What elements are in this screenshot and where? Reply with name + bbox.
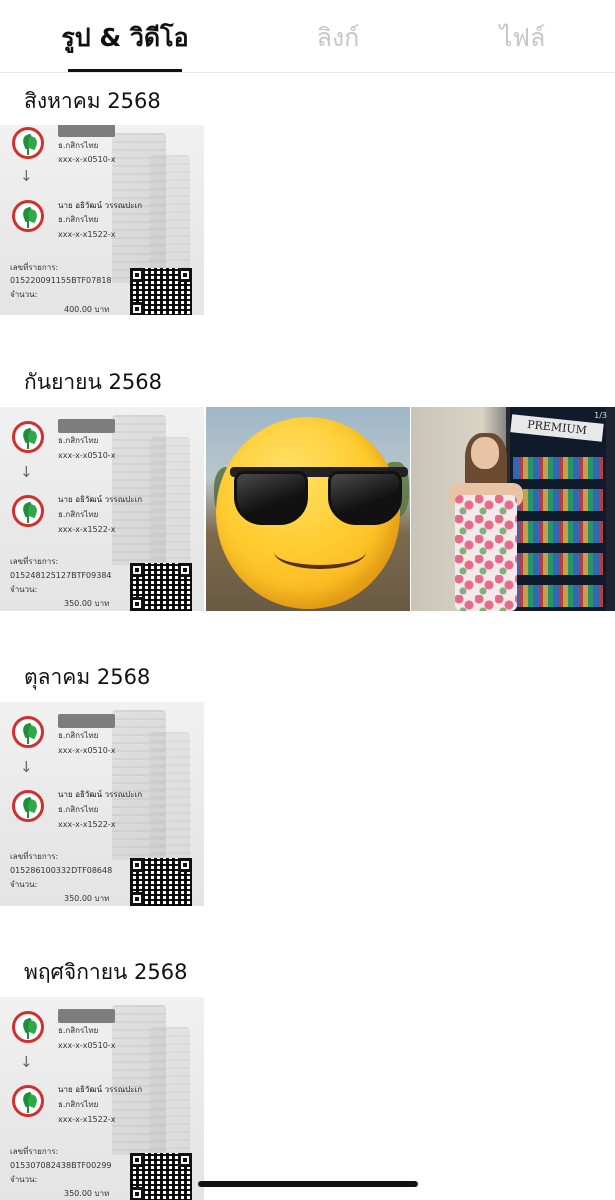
section-title-september: กันยายน 2568 <box>24 370 162 394</box>
qr-code-icon <box>130 563 192 611</box>
person-figure <box>449 433 523 611</box>
qr-code-icon <box>130 858 192 906</box>
media-thumbnail-receipt[interactable]: ธ.กสิกรไทย xxx-x-x0510-x ↓ นาย อธิวัฒน์ … <box>0 407 204 611</box>
receipt-building-watermark <box>150 1027 190 1157</box>
receipt-building-watermark <box>150 732 190 862</box>
receipt-ref-label: เลขที่รายการ: <box>10 263 59 272</box>
redacted-sender-name <box>58 125 115 137</box>
receipt-to-account: xxx-x-x1522-x <box>58 525 116 534</box>
receipt-to-name: นาย อธิวัฒน์ วรรณปะเก <box>58 201 143 210</box>
receipt-amount: 350.00 บาท <box>64 599 110 608</box>
media-tabs: รูป & วิดีโอ ลิงก์ ไฟล์ <box>0 0 615 73</box>
kbank-logo-icon <box>12 200 44 232</box>
media-thumbnail-emoji-photo[interactable] <box>206 407 410 611</box>
emoji-smile <box>274 535 366 569</box>
receipt-ref-label: เลขที่รายการ: <box>10 852 59 861</box>
receipt-from-account: xxx-x-x0510-x <box>58 746 116 755</box>
receipt-to-bank: ธ.กสิกรไทย <box>58 215 99 224</box>
kbank-logo-icon <box>12 421 44 453</box>
receipt-to-account: xxx-x-x1522-x <box>58 820 116 829</box>
redacted-sender-name <box>58 714 115 728</box>
active-tab-indicator <box>68 69 182 72</box>
photo-count-badge: 1/3 <box>594 411 607 420</box>
arrow-down-icon: ↓ <box>20 167 33 185</box>
receipt-to-name: นาย อธิวัฒน์ วรรณปะเก <box>58 790 143 799</box>
media-thumbnail-receipt[interactable]: ธ.กสิกรไทย xxx-x-x0510-x ↓ นาย อธิวัฒน์ … <box>0 702 204 906</box>
redacted-sender-name <box>58 1009 115 1023</box>
receipt-to-account: xxx-x-x1522-x <box>58 1115 116 1124</box>
receipt-ref-label: เลขที่รายการ: <box>10 557 59 566</box>
receipt-amount-label: จำนวน: <box>10 290 38 299</box>
tab-photos-videos[interactable]: รูป & วิดีโอ <box>55 18 195 58</box>
receipt-from-account: xxx-x-x0510-x <box>58 155 116 164</box>
section-title-november: พฤศจิกายน 2568 <box>24 960 188 984</box>
receipt-ref-number: 015220091155BTF07818 <box>10 276 112 285</box>
receipt-from-bank: ธ.กสิกรไทย <box>58 141 99 150</box>
receipt-from-bank: ธ.กสิกรไทย <box>58 731 99 740</box>
arrow-down-icon: ↓ <box>20 463 33 481</box>
receipt-to-bank: ธ.กสิกรไทย <box>58 1100 99 1109</box>
media-thumbnail-woman-photo[interactable]: PREMIUM 1/3 <box>411 407 615 611</box>
kbank-logo-icon <box>12 1085 44 1117</box>
fridge-shelf <box>513 457 603 479</box>
receipt-amount-label: จำนวน: <box>10 1175 38 1184</box>
arrow-down-icon: ↓ <box>20 1053 33 1071</box>
arrow-down-icon: ↓ <box>20 758 33 776</box>
person-dress <box>455 495 517 611</box>
fridge-shelf <box>513 585 603 607</box>
receipt-to-account: xxx-x-x1522-x <box>58 230 116 239</box>
sunglasses-lens <box>328 471 402 525</box>
tab-links[interactable]: ลิงก์ <box>283 18 393 58</box>
kbank-logo-icon <box>12 790 44 822</box>
kbank-logo-icon <box>12 127 44 159</box>
receipt-to-bank: ธ.กสิกรไทย <box>58 510 99 519</box>
receipt-building-watermark <box>150 437 190 567</box>
receipt-to-bank: ธ.กสิกรไทย <box>58 805 99 814</box>
qr-code-icon <box>130 268 192 315</box>
section-title-august: สิงหาคม 2568 <box>24 89 161 113</box>
redacted-sender-name <box>58 419 115 433</box>
fridge-shelf <box>513 521 603 543</box>
receipt-amount-label: จำนวน: <box>10 585 38 594</box>
receipt-ref-number: 015286100332DTF08648 <box>10 866 113 875</box>
receipt-ref-number: 015248125127BTF09384 <box>10 571 112 580</box>
person-head <box>471 437 499 469</box>
qr-code-icon <box>130 1153 192 1200</box>
receipt-image: ธ.กสิกรไทย xxx-x-x0510-x ↓ นาย อธิวัฒน์ … <box>0 407 204 611</box>
home-indicator[interactable] <box>198 1181 418 1187</box>
kbank-logo-icon <box>12 1011 44 1043</box>
receipt-from-bank: ธ.กสิกรไทย <box>58 1026 99 1035</box>
fridge-shelf <box>513 489 603 511</box>
receipt-ref-number: 015307082438BTF00299 <box>10 1161 112 1170</box>
receipt-building-watermark <box>150 155 190 285</box>
section-title-october: ตุลาคม 2568 <box>24 665 151 689</box>
receipt-image: ธ.กสิกรไทย xxx-x-x0510-x ↓ นาย อธิวัฒน์ … <box>0 997 204 1200</box>
receipt-amount: 400.00 บาท <box>64 305 110 314</box>
receipt-amount: 350.00 บาท <box>64 894 110 903</box>
media-thumbnail-receipt[interactable]: ธ.กสิกรไทย xxx-x-x0510-x ↓ นาย อธิวัฒน์ … <box>0 125 204 315</box>
fridge-shelf <box>513 553 603 575</box>
kbank-logo-icon <box>12 495 44 527</box>
sunglasses-emoji-icon <box>216 417 408 609</box>
receipt-to-name: นาย อธิวัฒน์ วรรณปะเก <box>58 495 143 504</box>
sunglasses-lens <box>234 471 308 525</box>
receipt-from-account: xxx-x-x0510-x <box>58 1041 116 1050</box>
receipt-image: ธ.กสิกรไทย xxx-x-x0510-x ↓ นาย อธิวัฒน์ … <box>0 702 204 906</box>
receipt-to-name: นาย อธิวัฒน์ วรรณปะเก <box>58 1085 143 1094</box>
kbank-logo-icon <box>12 716 44 748</box>
receipt-amount-label: จำนวน: <box>10 880 38 889</box>
receipt-amount: 350.00 บาท <box>64 1189 110 1198</box>
media-thumbnail-receipt[interactable]: ธ.กสิกรไทย xxx-x-x0510-x ↓ นาย อธิวัฒน์ … <box>0 997 204 1200</box>
receipt-from-account: xxx-x-x0510-x <box>58 451 116 460</box>
receipt-from-bank: ธ.กสิกรไทย <box>58 436 99 445</box>
tab-files[interactable]: ไฟล์ <box>460 18 585 58</box>
receipt-image: ธ.กสิกรไทย xxx-x-x0510-x ↓ นาย อธิวัฒน์ … <box>0 125 204 315</box>
receipt-ref-label: เลขที่รายการ: <box>10 1147 59 1156</box>
